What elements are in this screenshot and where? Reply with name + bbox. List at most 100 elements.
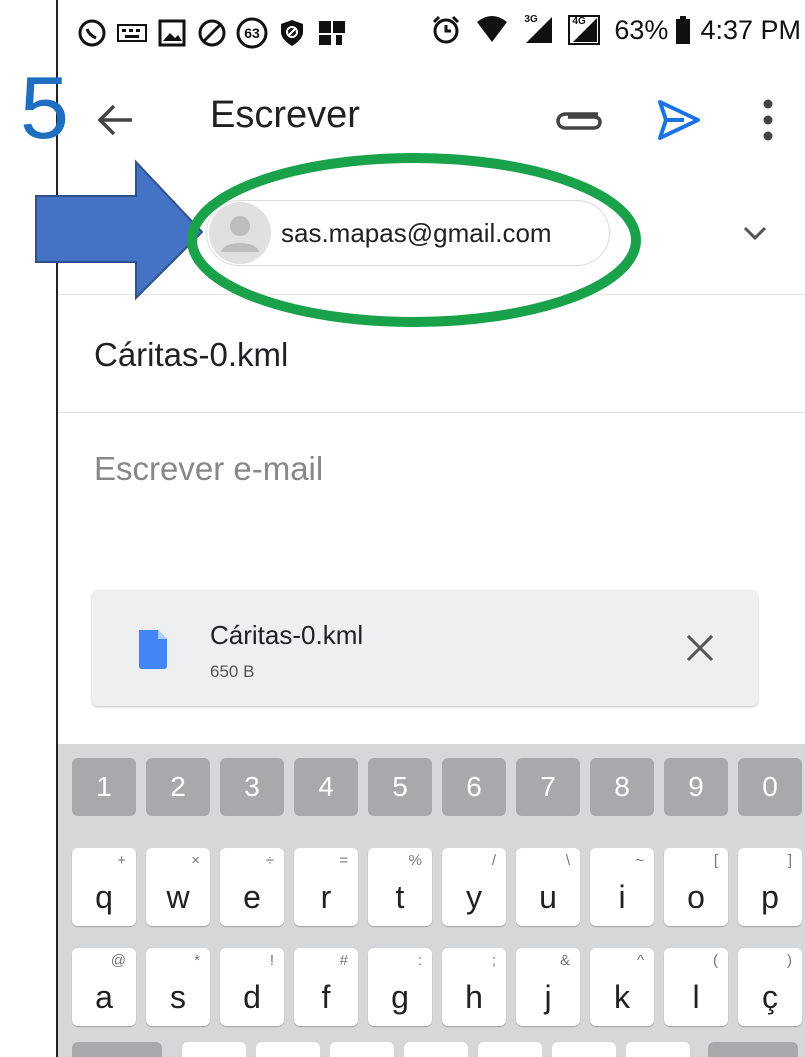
- battery-percent: 63%: [614, 14, 669, 45]
- key-label: r: [320, 879, 332, 915]
- number-key[interactable]: 8: [590, 758, 654, 816]
- key-hint: *: [194, 952, 200, 969]
- letter-key[interactable]: [552, 1042, 616, 1057]
- letter-key[interactable]: ! d: [220, 948, 284, 1026]
- wifi-hotspot-icon: [316, 17, 348, 49]
- key-label: h: [465, 979, 483, 1015]
- key-hint: &: [559, 952, 570, 969]
- phone-screen: 63 3G 4G 63% 4:37 PM Escrever sas.mapas@…: [56, 0, 805, 1057]
- key-hint: %: [408, 852, 422, 869]
- letter-key[interactable]: & j: [516, 948, 580, 1026]
- paperclip-icon: [556, 112, 602, 130]
- letter-key[interactable]: \ u: [516, 848, 580, 926]
- letter-key[interactable]: @ a: [72, 948, 136, 1026]
- number-key[interactable]: 3: [220, 758, 284, 816]
- number-key[interactable]: 4: [294, 758, 358, 816]
- key-label: 6: [466, 771, 482, 802]
- file-icon: [139, 630, 167, 669]
- page-title: Escrever: [210, 94, 360, 136]
- key-label: 9: [688, 771, 704, 802]
- key-label: 7: [540, 771, 556, 802]
- letter-key[interactable]: [182, 1042, 246, 1057]
- key-label: 0: [762, 771, 778, 802]
- letter-key[interactable]: [o: [664, 848, 728, 926]
- number-key[interactable]: 1: [72, 758, 136, 816]
- letter-key[interactable]: = r: [294, 848, 358, 926]
- letter-key[interactable]: (l: [664, 948, 728, 1026]
- key-hint: ;: [491, 952, 496, 969]
- key-label: 1: [96, 771, 112, 802]
- whatsapp-icon: [76, 17, 108, 49]
- shift-key[interactable]: [72, 1042, 162, 1057]
- expand-recipients-button[interactable]: [740, 222, 770, 246]
- key-hint: +: [117, 852, 126, 869]
- status-bar-right: 3G 4G 63% 4:37 PM: [430, 14, 801, 46]
- remove-attachment-button[interactable]: [684, 632, 716, 664]
- letter-key[interactable]: ~ i: [590, 848, 654, 926]
- key-hint: ^: [636, 952, 644, 969]
- key-label: 3: [244, 771, 260, 802]
- attach-button[interactable]: [554, 100, 604, 140]
- number-key[interactable]: 0: [738, 758, 802, 816]
- letter-key[interactable]: # f: [294, 948, 358, 1026]
- key-label: s: [170, 979, 186, 1015]
- key-label: j: [544, 979, 552, 1015]
- attachment-size: 650 B: [210, 662, 255, 681]
- letter-key[interactable]: :g: [368, 948, 432, 1026]
- letter-key[interactable]: [404, 1042, 468, 1057]
- key-hint: (: [713, 952, 718, 969]
- letter-key[interactable]: [330, 1042, 394, 1057]
- chevron-down-icon: [743, 226, 767, 241]
- letter-key[interactable]: % t: [368, 848, 432, 926]
- subject-field[interactable]: Cáritas-0.kml: [58, 294, 805, 413]
- number-key[interactable]: 7: [516, 758, 580, 816]
- letter-key[interactable]: + q: [72, 848, 136, 926]
- letter-key[interactable]: ÷ e: [220, 848, 284, 926]
- avatar: [209, 202, 271, 264]
- key-hint: @: [110, 952, 126, 969]
- on-screen-keyboard: 1234567890 + q × w ÷ e = r% t / y \ u ~ i[o] p @ a * s! d # f…: [58, 744, 805, 1057]
- attachment-card[interactable]: Cáritas-0.kml 650 B: [92, 590, 758, 706]
- key-label: p: [761, 879, 779, 915]
- wifi-icon: [476, 14, 508, 46]
- number-key[interactable]: 6: [442, 758, 506, 816]
- clock: 4:37 PM: [700, 14, 801, 45]
- key-hint: !: [269, 952, 274, 969]
- key-label: i: [618, 879, 626, 915]
- key-label: f: [321, 979, 331, 1015]
- more-options-button[interactable]: [752, 94, 784, 146]
- battery-icon: [674, 14, 692, 46]
- key-label: k: [614, 979, 630, 1015]
- sender-chip[interactable]: sas.mapas@gmail.com: [206, 200, 610, 266]
- letter-key[interactable]: ^ k: [590, 948, 654, 1026]
- key-label: 8: [614, 771, 630, 802]
- letter-key[interactable]: ] p: [738, 848, 802, 926]
- number-key[interactable]: 9: [664, 758, 728, 816]
- send-button[interactable]: [654, 96, 702, 144]
- letter-key[interactable]: [256, 1042, 320, 1057]
- key-label: e: [243, 879, 261, 915]
- key-hint: :: [417, 952, 422, 969]
- key-hint: ~: [635, 852, 644, 869]
- body-input[interactable]: Escrever e-mail: [94, 450, 323, 488]
- back-arrow-icon: [97, 104, 132, 136]
- letter-key[interactable]: * s: [146, 948, 210, 1026]
- letter-key[interactable]: × w: [146, 848, 210, 926]
- key-label: ç: [762, 979, 778, 1015]
- letter-key[interactable]: [626, 1042, 690, 1057]
- letter-key[interactable]: [478, 1042, 542, 1057]
- keyboard-icon: [116, 17, 148, 49]
- number-key[interactable]: 2: [146, 758, 210, 816]
- key-label: 2: [170, 771, 186, 802]
- backspace-key[interactable]: [708, 1042, 798, 1057]
- close-icon: [686, 634, 714, 662]
- key-label: 5: [392, 771, 408, 802]
- key-hint: #: [339, 952, 348, 969]
- letter-key[interactable]: ) ç: [738, 948, 802, 1026]
- number-key[interactable]: 5: [368, 758, 432, 816]
- key-label: q: [95, 879, 113, 915]
- letter-key[interactable]: ; h: [442, 948, 506, 1026]
- key-label: y: [466, 879, 482, 915]
- letter-key[interactable]: / y: [442, 848, 506, 926]
- back-button[interactable]: [94, 98, 138, 142]
